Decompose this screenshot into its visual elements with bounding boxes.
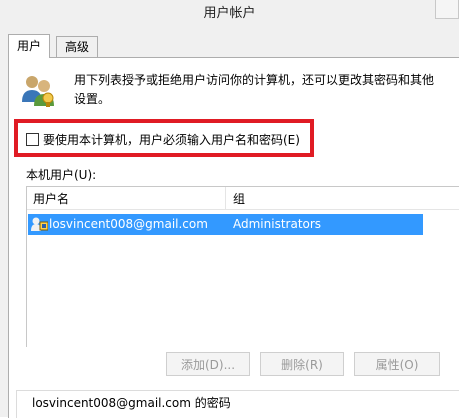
require-login-option[interactable]: 要使用本计算机，用户必须输入用户名和密码(E) [26, 131, 300, 147]
list-header: 用户名 组 [27, 187, 459, 210]
tab-users[interactable]: 用户 [8, 34, 51, 58]
tab-users-label: 用户 [17, 39, 42, 53]
row-username: losvincent008@gmail.com [49, 217, 208, 231]
require-login-checkbox[interactable] [26, 132, 39, 146]
local-users-label: 本机用户(U): [26, 168, 97, 182]
column-divider[interactable] [225, 187, 226, 209]
password-group-title: losvincent008@gmail.com 的密码 [30, 394, 233, 411]
table-row[interactable]: losvincent008@gmail.com Administrators [28, 214, 423, 235]
row-group: Administrators [233, 217, 322, 231]
tab-advanced-label: 高级 [65, 40, 90, 54]
require-login-label: 要使用本计算机，用户必须输入用户名和密码(E) [43, 132, 300, 147]
column-header-username[interactable]: 用户名 [33, 190, 69, 207]
tab-strip: 用户 高级 [8, 34, 459, 58]
remove-user-button[interactable]: 删除(R) [260, 352, 344, 376]
user-accounts-window: 用户帐户 用户 高级 用下列表授予或拒绝用户访问你的计算机，还可以更改其密码和其… [0, 0, 459, 418]
title-bar: 用户帐户 [0, 0, 459, 22]
tab-advanced[interactable]: 高级 [56, 36, 99, 57]
users-icon [22, 76, 54, 107]
description-text: 用下列表授予或拒绝用户访问你的计算机，还可以更改其密码和其他设置。 [74, 73, 435, 106]
users-list[interactable]: 用户名 组 losvincent008@gmail.com Administra… [26, 186, 459, 347]
properties-button[interactable]: 属性(O) [354, 352, 440, 376]
user-account-icon [31, 217, 48, 231]
add-user-button[interactable]: 添加(D)... [166, 352, 250, 376]
window-title: 用户帐户 [203, 6, 256, 21]
column-header-group[interactable]: 组 [233, 190, 245, 207]
close-button[interactable] [435, 0, 459, 19]
